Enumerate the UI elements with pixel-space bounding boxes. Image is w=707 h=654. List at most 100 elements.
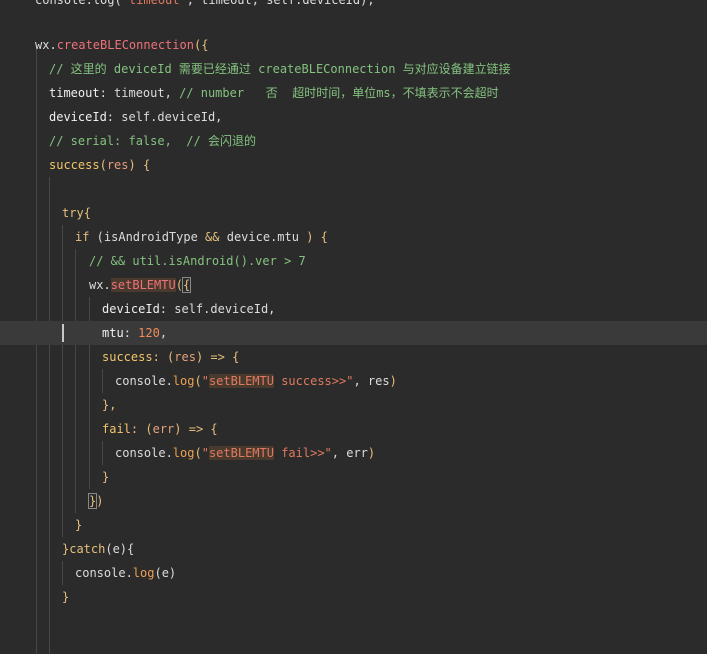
code-token: // && util.isAndroid().ver > 7 [89,254,306,268]
code-token: setBLEMTU [208,374,274,388]
code-token: res [106,158,129,172]
code-token: ( [194,374,202,388]
code-text: } [62,585,69,609]
code-token: && [205,230,220,244]
code-line[interactable]: }catch(e){ [0,537,707,561]
code-text: // serial: false, // 会闪退的 [49,129,256,153]
code-token: ) [96,494,104,508]
code-line[interactable]: } [0,465,707,489]
code-line[interactable]: } [0,513,707,537]
code-token: wx. [89,278,111,292]
code-line-current[interactable]: mtu: 120, [0,321,707,345]
code-text: try{ [62,201,91,225]
code-token: timeout [49,86,100,100]
code-token: console. [115,446,173,460]
code-token: fail>>" [273,446,332,460]
code-token: if [75,230,90,244]
code-line[interactable]: console.log(e) [0,561,707,585]
code-token: (e){ [105,542,135,556]
code-text: console.log("setBLEMTU success>>", res) [115,369,397,393]
code-text: fail: (err) => { [102,417,218,441]
code-token: , [159,326,168,340]
code-token: } [62,590,70,604]
code-token: : [123,326,139,340]
code-token: : self.deviceId, [106,110,223,124]
code-line[interactable]: deviceId: self.deviceId, [0,297,707,321]
code-token: "timeout" [121,0,187,7]
code-line[interactable]: fail: (err) => { [0,417,707,441]
code-text: console.log("timeout", timeout, self.dev… [35,0,375,12]
code-token: deviceId [49,110,107,124]
code-token: : ( [130,422,153,436]
code-token: wx. [35,38,57,52]
code-line[interactable]: // 这里的 deviceId 需要已经通过 createBLEConnecti… [0,57,707,81]
code-text: deviceId: self.deviceId, [102,297,275,321]
code-token: log [132,566,155,580]
code-text: // && util.isAndroid().ver > 7 [89,249,306,273]
code-token: , err [331,446,368,460]
code-token: success [49,158,100,172]
code-text: success: (res) => { [102,345,239,369]
code-token: deviceId [102,302,160,316]
code-text: console.log("setBLEMTU fail>>", err) [115,441,375,465]
code-token: 120 [138,326,160,340]
code-line[interactable]: // serial: false, // 会闪退的 [0,129,707,153]
code-token: ) => { [195,350,240,364]
code-token: try [62,206,84,220]
code-token: } [102,470,110,484]
code-line[interactable]: if (isAndroidType && device.mtu ) { [0,225,707,249]
code-text: } [102,465,109,489]
code-token: fail [102,422,131,436]
code-line[interactable]: console.log("setBLEMTU success>>", res) [0,369,707,393]
code-line[interactable]: success(res) { [0,153,707,177]
code-line[interactable]: console.log("setBLEMTU fail>>", err) [0,441,707,465]
code-line[interactable]: timeout: timeout, // number 否 超时时间，单位ms，… [0,81,707,105]
code-text: }) [87,489,104,513]
code-token: (isAndroidType [89,230,206,244]
code-text: }catch(e){ [62,537,134,561]
code-editor[interactable]: console.log("timeout", timeout, self.dev… [0,0,707,654]
code-token: ) [389,374,397,388]
code-token: // number 否 超时时间，单位ms，不填表示不会超时 [179,86,499,100]
code-token: device.mtu [219,230,307,244]
code-token: console.log( [35,0,122,7]
code-line[interactable]: wx.setBLEMTU({ [0,273,707,297]
code-token: success [102,350,153,364]
code-line[interactable]: }, [0,393,707,417]
code-token: } [75,518,83,532]
code-token: , res [353,374,390,388]
code-text: mtu: 120, [102,321,167,345]
code-token: ) { [306,230,328,244]
code-token: ) [367,446,376,460]
code-line[interactable]: deviceId: self.deviceId, [0,105,707,129]
code-token: console. [75,566,133,580]
code-line[interactable]: success: (res) => { [0,345,707,369]
code-token: : ( [152,350,175,364]
code-token: }, [102,398,117,412]
code-line[interactable]: try{ [0,201,707,225]
code-line[interactable]: console.log("timeout", timeout, self.dev… [0,0,707,12]
code-token: : self.deviceId, [159,302,276,316]
code-token: createBLEConnection [56,38,194,52]
code-token: ( [194,446,202,460]
code-text: console.log(e) [75,561,176,585]
code-token: " [201,374,209,388]
code-text: // 这里的 deviceId 需要已经通过 createBLEConnecti… [49,57,511,81]
code-token: ( [99,158,107,172]
code-token: console. [115,374,173,388]
code-text: wx.createBLEConnection({ [35,33,208,57]
code-text: timeout: timeout, // number 否 超时时间，单位ms，… [49,81,499,105]
code-line[interactable]: wx.createBLEConnection({ [0,33,707,57]
code-line[interactable]: }) [0,489,707,513]
code-token: setBLEMTU [110,278,176,292]
code-line[interactable]: } [0,585,707,609]
code-token: { [83,206,91,220]
code-token: (e) [154,566,177,580]
code-token: " [201,446,209,460]
code-line[interactable]: // && util.isAndroid().ver > 7 [0,249,707,273]
code-token: { [181,277,192,293]
code-token: ) { [128,158,151,172]
code-text: } [75,513,82,537]
code-text: success(res) { [49,153,150,177]
code-token: ( [175,278,183,292]
